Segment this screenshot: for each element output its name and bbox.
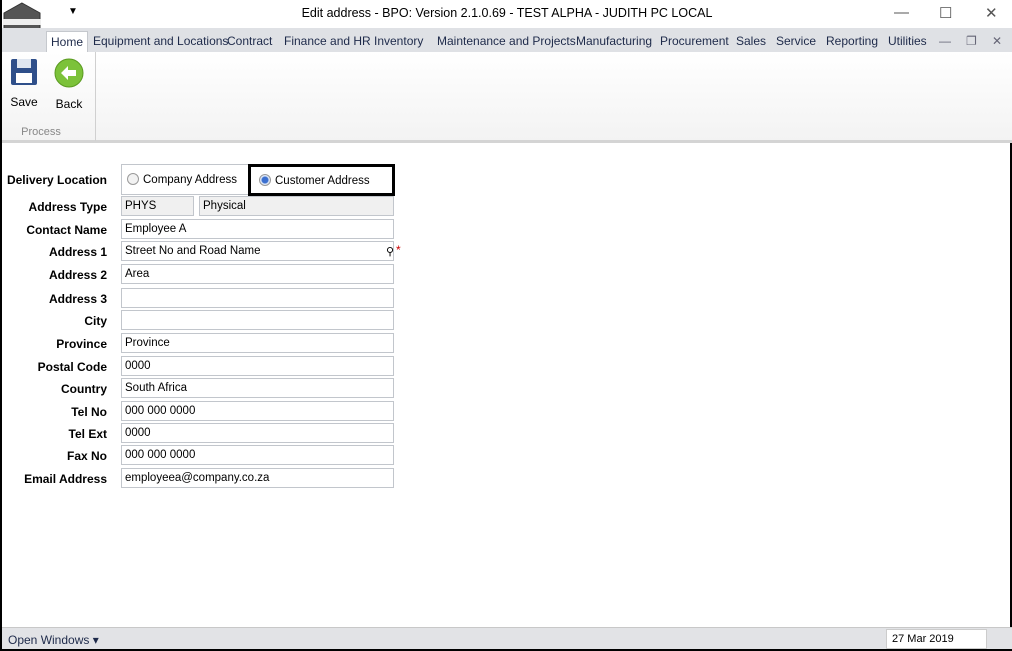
address-type-desc-field: Physical <box>199 196 394 216</box>
app-window: Edit address - BPO: Version 2.1.0.69 - T… <box>0 0 1012 651</box>
email-address-label: Email Address <box>24 472 107 486</box>
save-icon <box>11 59 37 85</box>
country-label: Country <box>61 382 107 396</box>
tab-sales[interactable]: Sales <box>736 34 766 48</box>
save-label: Save <box>10 95 38 109</box>
minimize-button[interactable]: — <box>894 4 909 21</box>
address-2-label: Address 2 <box>48 268 107 282</box>
tel-ext-label: Tel Ext <box>68 427 107 441</box>
process-group-label: Process <box>21 126 61 138</box>
fax-no-label: Fax No <box>66 449 107 463</box>
tab-finance-hr[interactable]: Finance and HR <box>284 34 371 48</box>
quick-access-dropdown-icon[interactable]: ▼ <box>68 6 78 17</box>
company-address-radio[interactable]: Company Address <box>127 173 237 186</box>
postal-code-label: Postal Code <box>37 360 107 374</box>
tel-ext-field[interactable]: 0000 <box>121 423 394 443</box>
process-group: Save Back Process <box>2 52 96 141</box>
address-type-label: Address Type <box>28 200 107 214</box>
tab-inventory[interactable]: Inventory <box>374 34 423 48</box>
window-title: Edit address - BPO: Version 2.1.0.69 - T… <box>301 6 713 20</box>
mdi-restore-button[interactable]: ❐ <box>966 34 977 48</box>
contact-name-field[interactable]: Employee A <box>121 219 394 239</box>
mdi-close-button[interactable]: ✕ <box>992 34 1002 48</box>
province-field[interactable]: Province <box>121 333 394 353</box>
close-button[interactable]: ✕ <box>985 4 998 22</box>
ribbon: Save Back Process <box>2 52 1012 143</box>
customer-address-radio[interactable]: Customer Address <box>248 164 395 196</box>
province-label: Province <box>56 337 107 351</box>
tel-no-label: Tel No <box>71 405 107 419</box>
address-3-field[interactable] <box>121 288 394 308</box>
required-marker: * <box>396 243 401 257</box>
tab-utilities[interactable]: Utilities <box>888 34 927 48</box>
company-address-label: Company Address <box>143 174 237 186</box>
tab-service[interactable]: Service <box>776 34 816 48</box>
back-arrow-icon <box>54 58 84 88</box>
back-button[interactable]: Back <box>51 58 87 111</box>
address-1-label: Address 1 <box>48 245 107 259</box>
tab-reporting[interactable]: Reporting <box>826 34 878 48</box>
radio-icon <box>127 173 139 185</box>
tel-no-field[interactable]: 000 000 0000 <box>121 401 394 421</box>
maximize-button[interactable]: ☐ <box>939 4 952 22</box>
fax-no-field[interactable]: 000 000 0000 <box>121 445 394 465</box>
status-bar: Open Windows ▾ 27 Mar 2019 <box>2 627 1012 649</box>
city-label: City <box>84 314 107 328</box>
ribbon-tabs: Home Equipment and Locations Contract Fi… <box>2 28 1012 53</box>
address-3-label: Address 3 <box>48 292 107 306</box>
tab-procurement[interactable]: Procurement <box>660 34 729 48</box>
lookup-search-icon[interactable]: ⚲ <box>386 245 394 258</box>
customer-address-label: Customer Address <box>275 175 370 187</box>
contact-name-label: Contact Name <box>26 223 107 237</box>
save-button[interactable]: Save <box>6 58 42 109</box>
address-type-code-field: PHYS <box>121 196 194 216</box>
country-field[interactable]: South Africa <box>121 378 394 398</box>
tab-maintenance-projects[interactable]: Maintenance and Projects <box>437 34 576 48</box>
email-address-field[interactable]: employeea@company.co.za <box>121 468 394 488</box>
address-2-field[interactable]: Area <box>121 264 394 284</box>
tab-equipment-locations[interactable]: Equipment and Locations <box>93 34 228 48</box>
mdi-minimize-button[interactable]: — <box>939 34 951 48</box>
delivery-location-label: Delivery Location <box>6 173 107 187</box>
title-bar: Edit address - BPO: Version 2.1.0.69 - T… <box>2 0 1012 28</box>
radio-selected-icon <box>259 174 271 186</box>
open-windows-button[interactable]: Open Windows ▾ <box>8 633 99 647</box>
date-field[interactable]: 27 Mar 2019 <box>886 629 987 649</box>
tab-manufacturing[interactable]: Manufacturing <box>576 34 652 48</box>
tab-home[interactable]: Home <box>46 31 89 53</box>
postal-code-field[interactable]: 0000 <box>121 356 394 376</box>
address-1-field[interactable]: Street No and Road Name <box>121 241 394 261</box>
tab-contract[interactable]: Contract <box>227 34 272 48</box>
city-field[interactable] <box>121 310 394 330</box>
back-label: Back <box>55 97 83 111</box>
